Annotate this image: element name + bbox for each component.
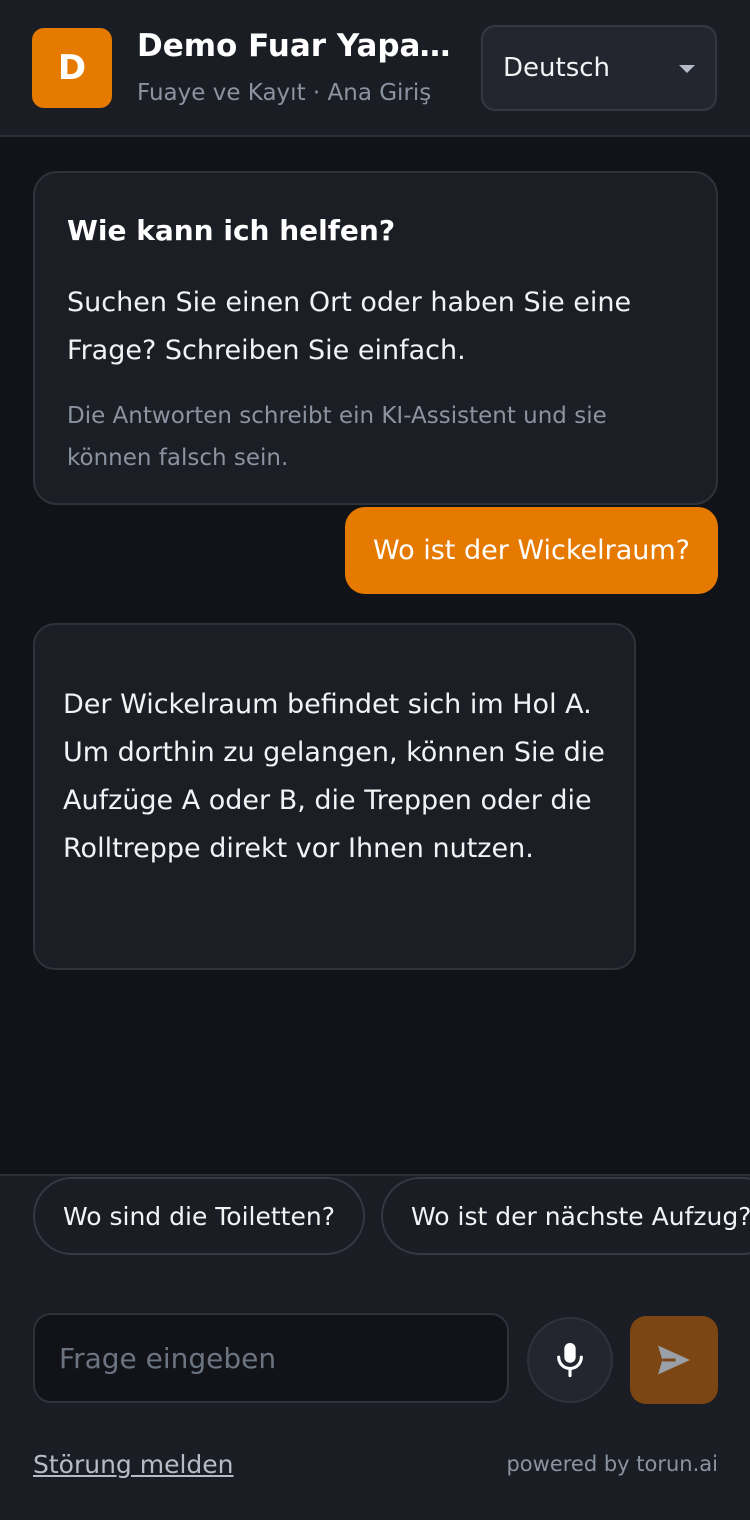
user-message: Wo ist der Wickelraum? <box>344 507 718 594</box>
chat-app: D Demo Fuar Yapay Zeka Asistanı Fuaye ve… <box>0 0 750 1520</box>
suggestion-chip-toilets[interactable]: Wo sind die Toiletten? <box>33 1177 365 1255</box>
ai-disclaimer: Die Antworten schreibt ein KI-Assistent … <box>67 403 607 471</box>
welcome-card: Wie kann ich helfen? Suchen Sie einen Or… <box>33 171 718 505</box>
app-header: D Demo Fuar Yapay Zeka Asistanı Fuaye ve… <box>0 0 750 137</box>
welcome-text: Suchen Sie einen Ort oder haben Sie eine… <box>67 287 632 366</box>
assistant-message: Der Wickelraum befindet sich im Hol A. U… <box>33 623 636 970</box>
microphone-icon <box>557 1343 583 1378</box>
chevron-down-icon <box>679 65 695 73</box>
report-issue-link[interactable]: Störung melden <box>33 1450 234 1479</box>
page-title: Demo Fuar Yapay Zeka Asistanı <box>137 28 462 64</box>
microphone-button[interactable] <box>527 1317 613 1403</box>
suggestion-chip-elevator[interactable]: Wo ist der nächste Aufzug? <box>381 1177 750 1255</box>
app-logo: D <box>32 28 112 108</box>
send-icon <box>658 1345 690 1375</box>
language-selected-value: Deutsch <box>503 53 611 83</box>
location-subtitle: Fuaye ve Kayıt · Ana Giriş <box>137 80 432 106</box>
send-button[interactable] <box>630 1316 718 1404</box>
question-input[interactable] <box>33 1313 509 1403</box>
welcome-title: Wie kann ich helfen? <box>67 214 396 247</box>
powered-by-label: powered by torun.ai <box>506 1452 718 1476</box>
language-select[interactable]: Deutsch <box>481 25 717 111</box>
